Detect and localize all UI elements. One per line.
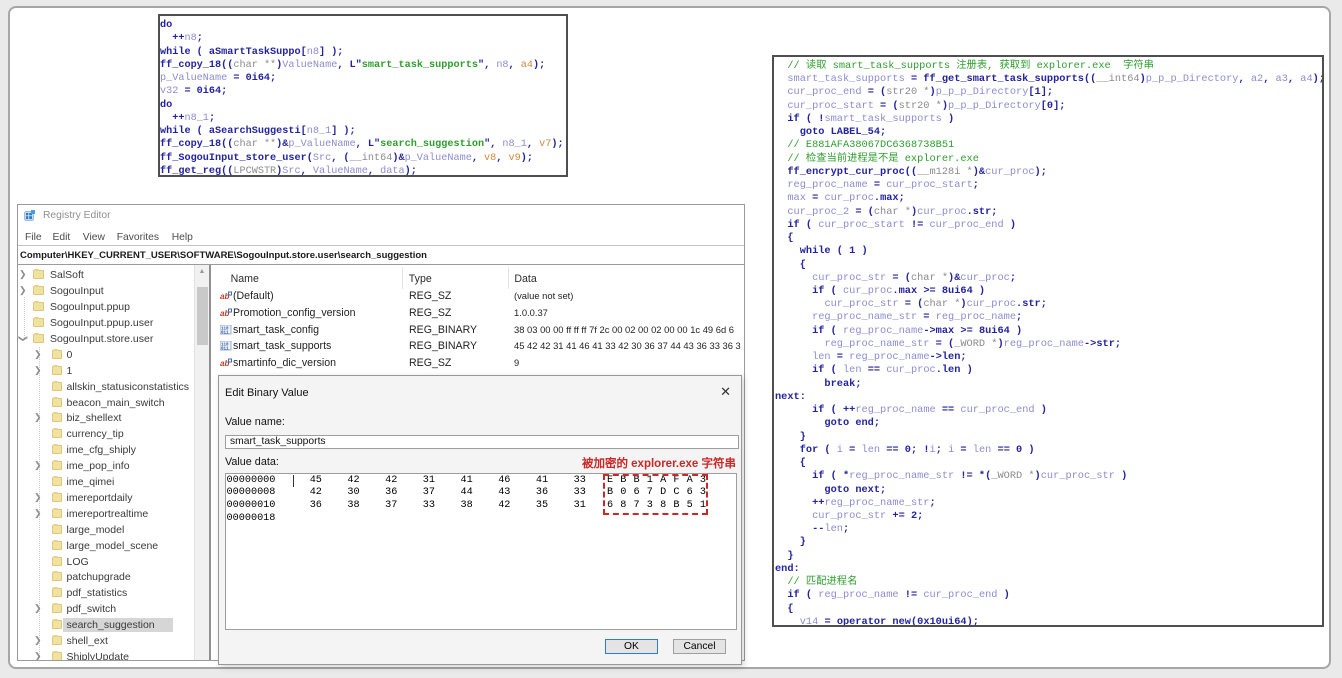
svg-text:011: 011 xyxy=(221,331,229,335)
svg-text:011: 011 xyxy=(221,348,229,352)
